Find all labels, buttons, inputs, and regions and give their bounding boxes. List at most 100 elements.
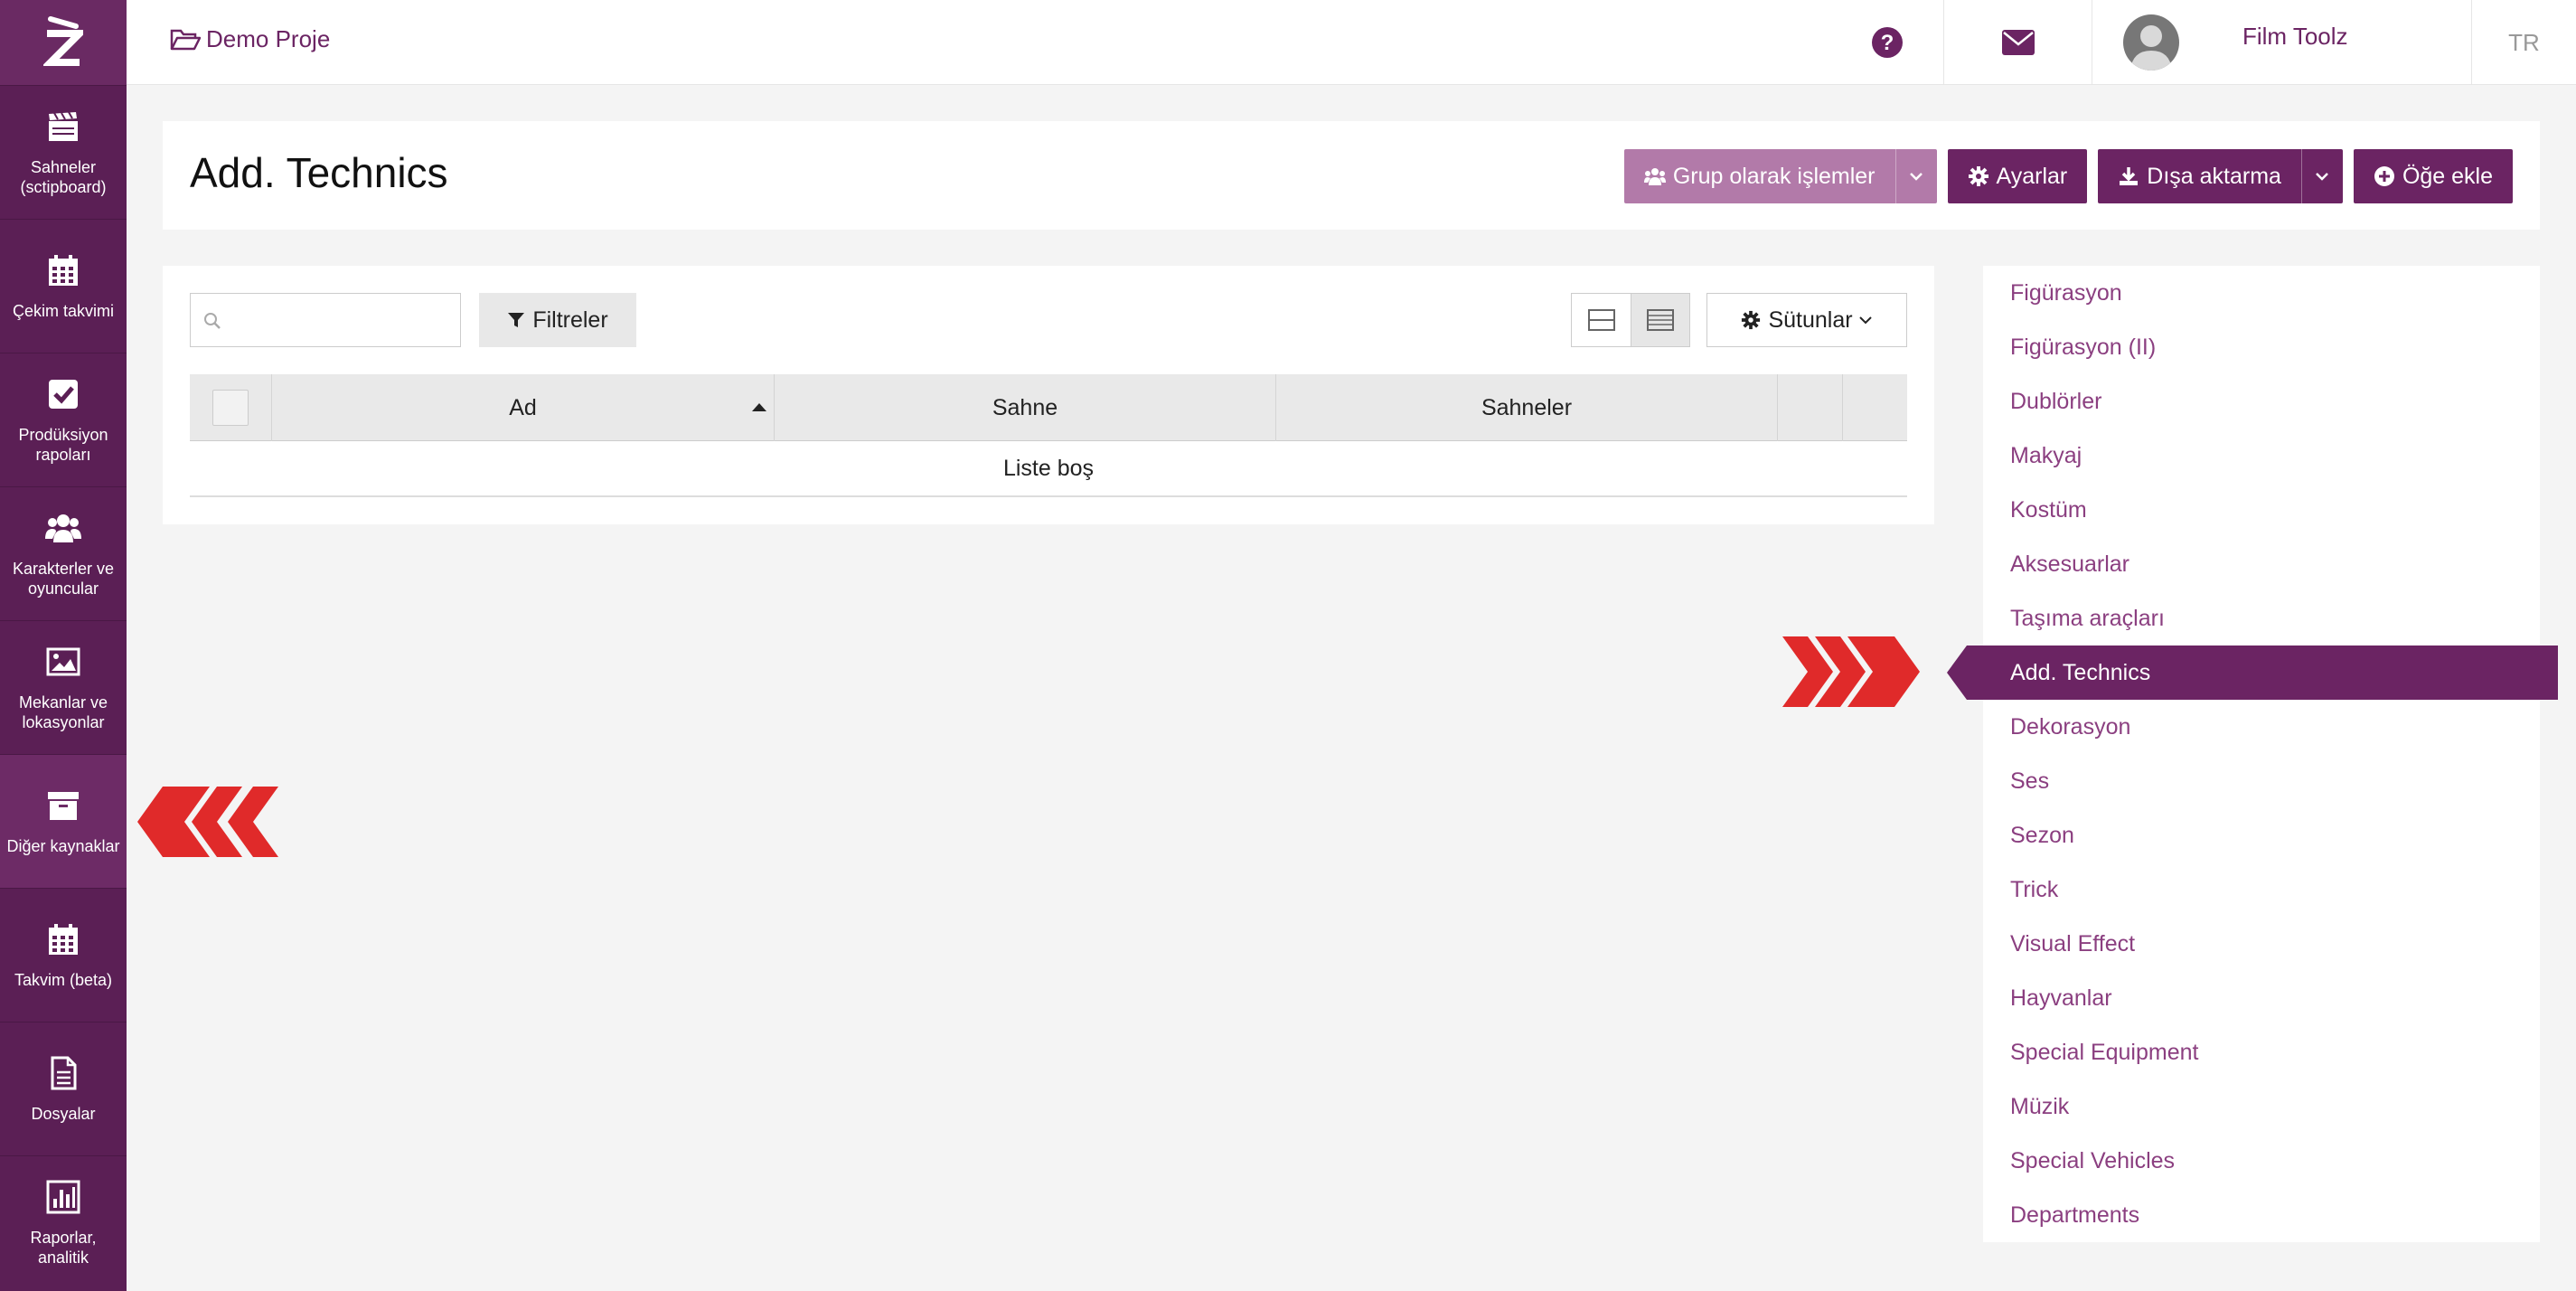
category-item[interactable]: Kostüm (1983, 483, 2540, 537)
table-header-row: Ad Sahne Sahneler (190, 374, 1907, 441)
svg-text:?: ? (1881, 31, 1894, 55)
category-item[interactable]: Dublörler (1983, 374, 2540, 429)
category-item[interactable]: Figürasyon (II) (1983, 320, 2540, 374)
select-all-checkbox[interactable] (212, 390, 249, 426)
top-bar: Demo Proje ? Film Toolz TR (127, 0, 2576, 85)
category-item[interactable]: Ses (1983, 754, 2540, 808)
language-selector[interactable]: TR (2471, 0, 2576, 85)
app-logo[interactable] (0, 0, 127, 85)
sidebar-item-shooting-schedule[interactable]: Çekim takvimi (0, 219, 127, 353)
avatar (2123, 14, 2179, 71)
sidebar-item-label: Takvim (beta) (14, 970, 113, 989)
sidebar-item-calendar-beta[interactable]: Takvim (beta) (0, 888, 127, 1022)
columns-button[interactable]: Sütunlar (1706, 293, 1907, 347)
category-item[interactable]: Sezon (1983, 808, 2540, 862)
column-header-name[interactable]: Ad (271, 374, 774, 441)
gear-icon (1742, 310, 1761, 330)
header-actions: Grup olarak işlemler Ayarlar Dışa aktarm… (1623, 149, 2513, 203)
export-dropdown[interactable] (2300, 149, 2343, 203)
sidebar: Sahneler (sctipboard) Çekim takvimi Prod… (0, 0, 127, 1291)
messages-button[interactable] (1943, 0, 2092, 85)
folder-open-icon (170, 29, 201, 50)
gear-icon (1968, 166, 1988, 186)
project-name: Demo Proje (206, 25, 331, 52)
user-silhouette-icon (2130, 25, 2172, 71)
search-input[interactable] (230, 294, 456, 346)
chevron-down-icon (2316, 173, 2329, 181)
export-button[interactable]: Dışa aktarma (2098, 149, 2343, 203)
settings-button[interactable]: Ayarlar (1947, 149, 2088, 203)
sidebar-item-files[interactable]: Dosyalar (0, 1022, 127, 1155)
empty-list-message: Liste boş (190, 441, 1907, 497)
search-box (190, 293, 461, 347)
clapperboard-icon (49, 111, 78, 141)
category-item[interactable]: Trick (1983, 862, 2540, 917)
add-item-button[interactable]: Öğe ekle (2353, 149, 2513, 203)
logo-icon (43, 16, 83, 66)
group-actions-dropdown[interactable] (1894, 149, 1937, 203)
sidebar-item-scenes[interactable]: Sahneler (sctipboard) (0, 85, 127, 219)
sidebar-item-label: Çekim takvimi (12, 301, 114, 320)
download-icon (2120, 167, 2139, 185)
column-header-extra (1842, 374, 1907, 441)
sidebar-item-reports[interactable]: Raporlar, analitik (0, 1155, 127, 1289)
column-header-label: Sahneler (1481, 394, 1573, 420)
sidebar-item-label: Raporlar, analitik (30, 1228, 97, 1267)
category-item[interactable]: Makyaj (1983, 429, 2540, 483)
sidebar-item-label: Dosyalar (31, 1104, 96, 1123)
calendar-icon (49, 254, 78, 286)
column-header-scenes[interactable]: Sahneler (1275, 374, 1777, 441)
image-icon (46, 647, 80, 675)
category-item[interactable]: Special Vehicles (1983, 1134, 2540, 1188)
column-header-label: Sahne (992, 394, 1058, 420)
sidebar-item-label: Prodüksiyon rapoları (18, 425, 108, 464)
project-selector[interactable]: Demo Proje (170, 25, 330, 53)
column-header-label: Ad (509, 394, 537, 420)
user-menu[interactable]: Film Toolz (2092, 0, 2471, 85)
category-list: Figürasyon Figürasyon (II) Dublörler Mak… (1983, 266, 2540, 1242)
select-all-cell (190, 374, 271, 441)
sidebar-item-characters[interactable]: Karakterler ve oyuncular (0, 486, 127, 620)
help-button[interactable]: ? (1831, 0, 1943, 85)
category-item[interactable]: Departments (1983, 1188, 2540, 1242)
view-cards-button[interactable] (1572, 294, 1631, 346)
view-list-button[interactable] (1631, 294, 1689, 346)
sidebar-item-label: Karakterler ve oyuncular (12, 559, 115, 598)
chevron-down-icon (1910, 173, 1923, 181)
sidebar-item-production-reports[interactable]: Prodüksiyon rapoları (0, 353, 127, 486)
sidebar-item-label: Sahneler (sctipboard) (20, 157, 107, 196)
sort-ascending-icon (752, 403, 766, 411)
envelope-icon (2001, 30, 2035, 55)
filters-button[interactable]: Filtreler (479, 293, 636, 347)
category-list-panel: Figürasyon Figürasyon (II) Dublörler Mak… (1983, 266, 2540, 1242)
filters-label: Filtreler (532, 306, 608, 333)
category-item[interactable]: Visual Effect (1983, 917, 2540, 971)
pointer-arrows-right-icon (1782, 636, 1920, 707)
category-item[interactable]: Special Equipment (1983, 1025, 2540, 1079)
column-header-extra (1777, 374, 1842, 441)
column-header-scene[interactable]: Sahne (774, 374, 1275, 441)
list-view-icon (1647, 309, 1674, 331)
question-circle-icon: ? (1872, 27, 1903, 58)
sidebar-item-other-resources[interactable]: Diğer kaynaklar (0, 754, 127, 888)
filter-icon (508, 313, 525, 327)
sidebar-item-label: Mekanlar ve lokasyonlar (18, 693, 108, 731)
pointer-arrows-left-icon (137, 787, 278, 857)
category-item[interactable]: Taşıma araçları (1983, 591, 2540, 646)
search-icon (204, 313, 221, 329)
category-item[interactable]: Figürasyon (1983, 266, 2540, 320)
plus-circle-icon (2374, 166, 2394, 186)
user-name: Film Toolz (2242, 22, 2348, 50)
category-item[interactable]: Aksesuarlar (1983, 537, 2540, 591)
columns-label: Sütunlar (1768, 306, 1853, 333)
group-actions-button[interactable]: Grup olarak işlemler (1623, 149, 1937, 203)
chevron-down-icon (1858, 316, 1872, 325)
users-icon (1643, 168, 1666, 185)
split-view-icon (1587, 309, 1615, 331)
category-item-active[interactable]: Add. Technics (1947, 646, 2558, 700)
category-item[interactable]: Dekorasyon (1983, 700, 2540, 754)
category-item[interactable]: Müzik (1983, 1079, 2540, 1134)
category-item[interactable]: Hayvanlar (1983, 971, 2540, 1025)
settings-label: Ayarlar (1996, 163, 2068, 189)
sidebar-item-locations[interactable]: Mekanlar ve lokasyonlar (0, 620, 127, 754)
